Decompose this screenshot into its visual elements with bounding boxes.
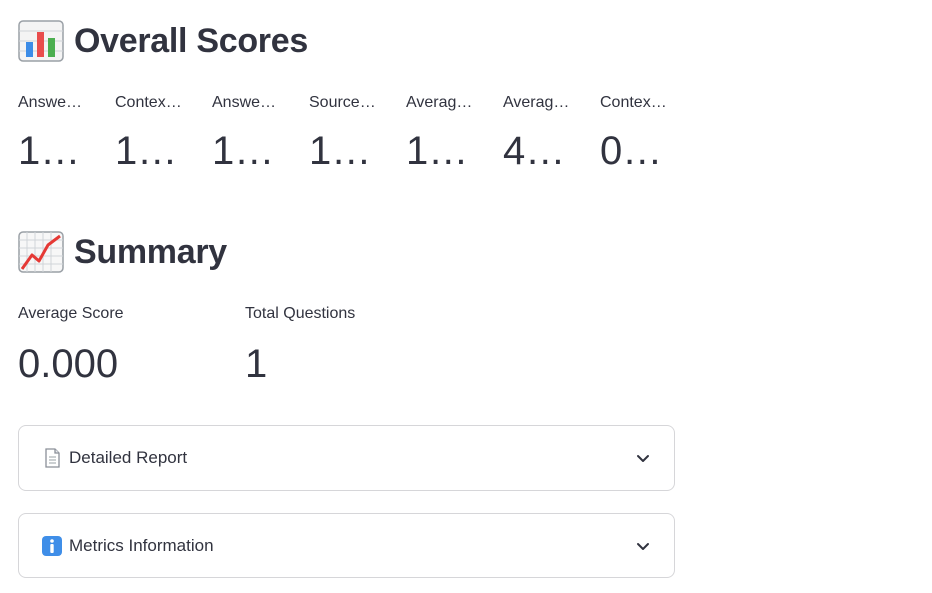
summary-title: Summary <box>74 232 227 271</box>
total-questions-label: Total Questions <box>245 305 356 322</box>
metric-label: Averag… <box>406 94 473 111</box>
metric-label: Averag… <box>503 94 570 111</box>
metric-label: Contex… <box>600 94 667 111</box>
metrics-information-expander[interactable]: Metrics Information <box>18 513 675 578</box>
metric-value: 1… <box>309 129 372 173</box>
metric-value: 4… <box>503 129 566 173</box>
info-icon <box>41 535 63 557</box>
page-title: Overall Scores <box>74 21 308 60</box>
line-chart-icon <box>18 231 64 273</box>
metric-card: Averag… 1… <box>406 92 503 176</box>
metric-label: Answe… <box>18 94 83 111</box>
chevron-down-icon[interactable] <box>634 449 652 467</box>
document-icon <box>41 447 63 469</box>
bar-chart-icon <box>18 20 64 62</box>
metric-value: 1… <box>18 129 81 173</box>
overall-metrics-row: Answe… 1… Contex… 1… Answe… 1… Source… 1… <box>18 92 697 176</box>
metric-card: Averag… 4… <box>503 92 600 176</box>
metric-value: 1… <box>212 129 275 173</box>
metric-card: Contex… 0… <box>600 92 697 176</box>
metric-card: Answe… 1… <box>212 92 309 176</box>
chevron-down-icon[interactable] <box>634 537 652 555</box>
metric-value: 1… <box>406 129 469 173</box>
metric-label: Contex… <box>115 94 182 111</box>
total-questions-metric: Total Questions 1 <box>245 303 472 389</box>
overall-scores-heading: Overall Scores <box>18 20 308 62</box>
average-score-metric: Average Score 0.000 <box>18 303 245 389</box>
metrics-information-label: Metrics Information <box>69 535 214 555</box>
average-score-label: Average Score <box>18 305 124 322</box>
summary-heading: Summary <box>18 231 227 273</box>
metric-card: Source… 1… <box>309 92 406 176</box>
metric-label: Answe… <box>212 94 277 111</box>
summary-metrics-row: Average Score 0.000 Total Questions 1 <box>18 303 472 389</box>
detailed-report-expander[interactable]: Detailed Report <box>18 425 675 491</box>
average-score-value: 0.000 <box>18 342 119 386</box>
metric-value: 1… <box>115 129 178 173</box>
metric-card: Contex… 1… <box>115 92 212 176</box>
metric-card: Answe… 1… <box>18 92 115 176</box>
metric-value: 0… <box>600 129 663 173</box>
total-questions-value: 1 <box>245 342 268 386</box>
detailed-report-label: Detailed Report <box>69 448 188 467</box>
metric-label: Source… <box>309 94 376 111</box>
